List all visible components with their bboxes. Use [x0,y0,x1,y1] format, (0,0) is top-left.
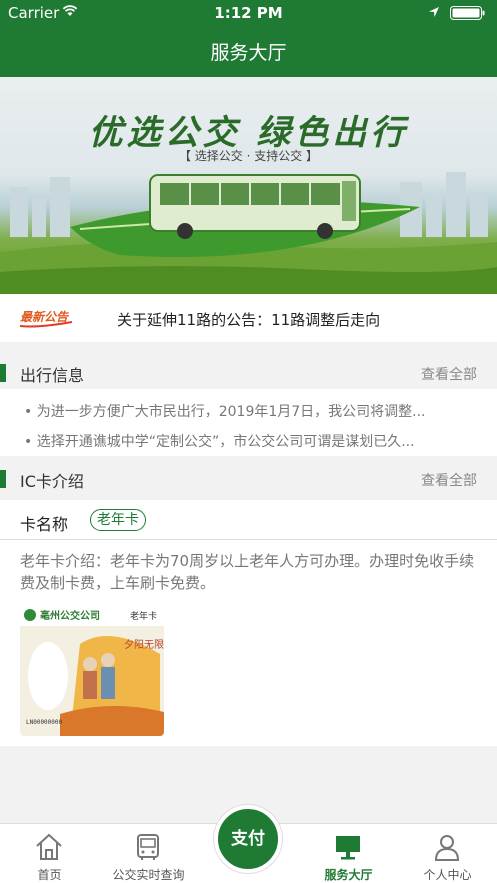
list-item[interactable]: 为进一步方便广大市民出行，2019年1月7日，我公司将调整... [24,401,474,421]
bus-icon [137,834,159,860]
travel-info-view-all[interactable]: 查看全部 [421,364,477,384]
home-icon [36,833,62,860]
section-accent-bar [0,470,6,488]
tab-label: 首页 [37,868,62,882]
section-accent-bar [0,364,6,382]
clock: 1:12 PM [214,4,283,22]
ic-card-header: IC卡介绍 查看全部 [0,456,497,502]
divider [0,539,497,540]
ic-card-title: IC卡介绍 [20,472,84,491]
user-icon [434,835,460,861]
senior-card-image: 亳州公交公司 老年卡 夕阳无限好 LN00000000 [20,604,164,736]
card-number: LN00000000 [26,719,63,726]
banner-subtitle: 【 选择公交 · 支持公交 】 [178,149,319,163]
tab-profile[interactable]: 个人中心 [398,824,497,883]
list-item[interactable]: 选择开通谯城中学“定制公交”，市公交公司可谓是谋划已久... [24,431,474,451]
card-description: 老年卡介绍：老年卡为70周岁以上老年人方可办理。办理时免收手续费及制卡费，上车刷… [20,552,475,592]
latest-notice-badge: 最新公告 [19,310,73,328]
latest-notice-text: 最新公告 [20,310,70,324]
battery-icon [450,6,485,20]
card-company-name: 亳州公交公司 [40,609,100,622]
tab-bus-realtime[interactable]: 公交实时查询 [99,824,198,883]
tab-service-hall[interactable]: 服务大厅 [299,824,398,883]
status-bar: Carrier 1:12 PM [0,0,497,26]
promo-banner[interactable]: 优选公交 绿色出行 【 选择公交 · 支持公交 】 [0,77,497,294]
announcement-text: 关于延伸11路的公告：11路调整后走向 [117,311,381,329]
tab-home[interactable]: 首页 [0,824,99,883]
monitor-icon [336,836,360,860]
card-motto: 夕阳无限好 [124,639,164,651]
location-arrow-icon [429,7,439,17]
card-type-label: 老年卡 [130,610,157,622]
page-title: 服务大厅 [210,42,287,64]
ic-card-panel: 卡名称 老年卡 老年卡介绍：老年卡为70周岁以上老年人方可办理。办理时免收手续费… [0,500,497,746]
announcement-row[interactable]: 最新公告 关于延伸11路的公告：11路调整后走向 [0,294,497,342]
travel-info-list: 为进一步方便广大市民出行，2019年1月7日，我公司将调整... 选择开通谯城中… [0,389,497,465]
card-type-chip[interactable]: 老年卡 [90,509,146,531]
pay-button[interactable]: 支付 [214,805,282,873]
card-name-label: 卡名称 [20,515,69,534]
tab-label: 个人中心 [423,868,472,882]
tab-label: 公交实时查询 [112,868,185,882]
travel-info-title: 出行信息 [20,366,85,385]
top-bar: Carrier 1:12 PM 服务大厅 [0,0,497,77]
ic-card-view-all[interactable]: 查看全部 [421,470,477,490]
tab-label: 服务大厅 [324,868,373,882]
